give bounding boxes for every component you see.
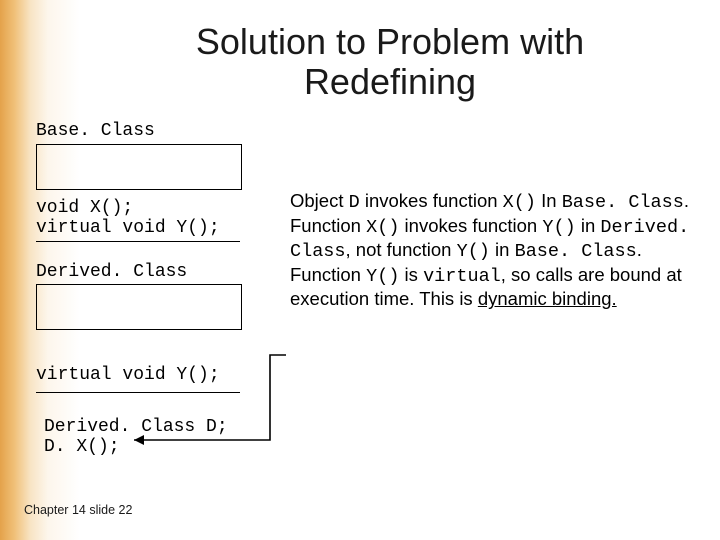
explanation-span: , not function <box>346 239 457 260</box>
explanation-span: Y() <box>457 241 490 262</box>
explanation-span: Base. Class <box>515 241 637 262</box>
explanation-span: X() <box>366 217 399 238</box>
slide: Solution to Problem with Redefining Base… <box>0 0 720 540</box>
derivedclass-box <box>36 284 242 330</box>
usage-line-1: Derived. Class D; <box>44 418 228 438</box>
slide-title: Solution to Problem with Redefining <box>110 22 670 103</box>
baseclass-divider <box>36 241 240 242</box>
derivedclass-decls: virtual void Y(); <box>36 366 220 386</box>
derivedclass-divider <box>36 392 240 393</box>
baseclass-label: Base. Class <box>36 122 155 142</box>
usage-line-2: D. X(); <box>44 438 228 458</box>
explanation-span: in <box>576 215 601 236</box>
derivedclass-decl-y: virtual void Y(); <box>36 366 220 386</box>
explanation-span: D <box>349 192 360 213</box>
baseclass-box <box>36 144 242 190</box>
derivedclass-label: Derived. Class <box>36 263 187 283</box>
explanation-span: invokes function <box>360 190 503 211</box>
baseclass-decl-x: void X(); <box>36 199 220 219</box>
explanation-span: Base. Class <box>562 192 684 213</box>
explanation-span: X() <box>503 192 536 213</box>
explanation-span: is <box>399 264 423 285</box>
explanation-span: Object <box>290 190 349 211</box>
baseclass-decl-y: virtual void Y(); <box>36 219 220 239</box>
usage-block: Derived. Class D; D. X(); <box>44 418 228 458</box>
explanation-span: In <box>536 190 562 211</box>
explanation-span: invokes function <box>399 215 542 236</box>
slide-footer: Chapter 14 slide 22 <box>24 503 132 517</box>
explanation-span: dynamic binding. <box>478 288 617 309</box>
explanation-span: virtual <box>423 266 501 287</box>
explanation-paragraph: Object D invokes function X() In Base. C… <box>290 190 690 311</box>
explanation-span: in <box>490 239 515 260</box>
explanation-span: Y() <box>366 266 399 287</box>
baseclass-decls: void X(); virtual void Y(); <box>36 199 220 239</box>
explanation-span: Y() <box>542 217 575 238</box>
